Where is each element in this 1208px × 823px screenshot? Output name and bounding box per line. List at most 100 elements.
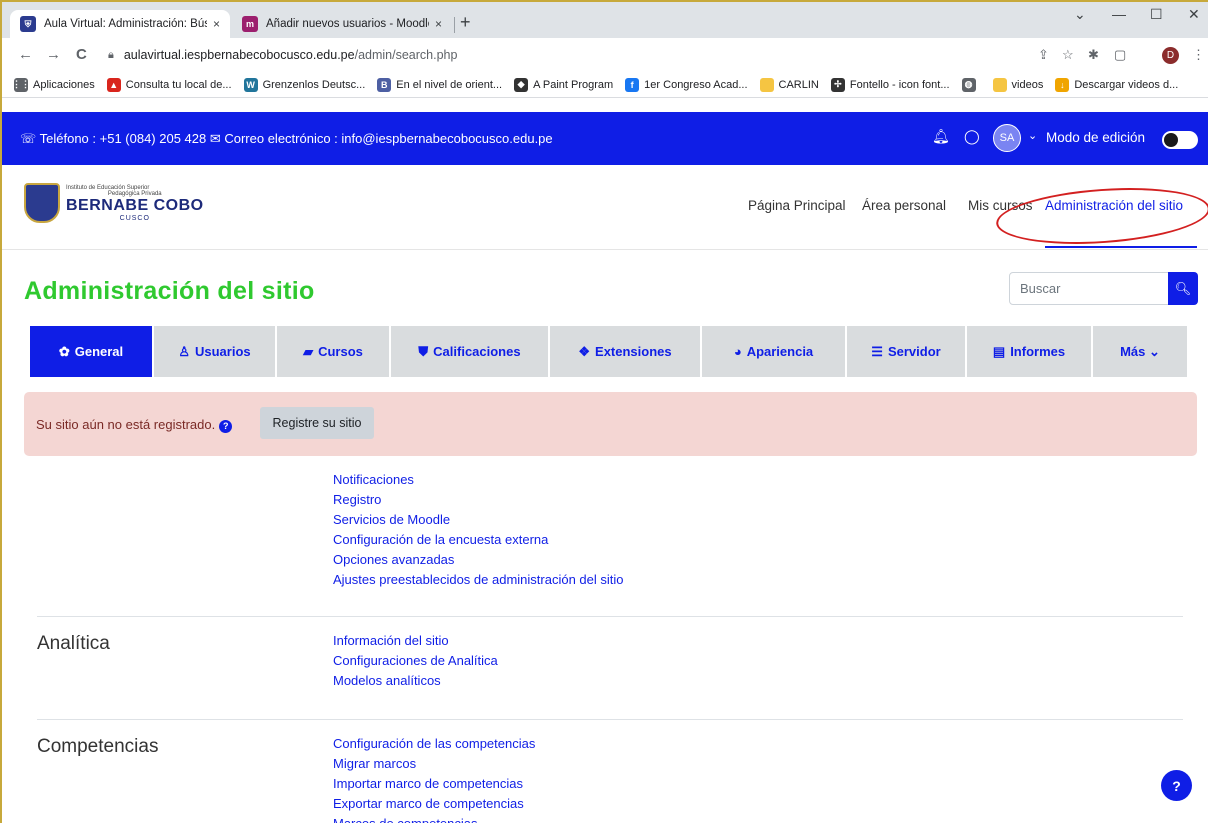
browser-tab-active[interactable]: ⛨ Aula Virtual: Administración: Bús × xyxy=(10,10,230,38)
messages-icon[interactable]: ◯ xyxy=(964,128,980,145)
database-icon: ☰ xyxy=(871,343,883,359)
facebook-icon: f xyxy=(625,77,640,92)
globe-icon: ◍ xyxy=(961,77,976,92)
link-admin-presets[interactable]: Ajustes preestablecidos de administració… xyxy=(333,570,624,590)
alert-message: Su sitio aún no está registrado.? xyxy=(36,417,233,433)
register-site-button[interactable]: Registre su sitio xyxy=(260,407,374,439)
reload-icon[interactable]: C xyxy=(76,46,87,63)
minimize-button[interactable]: — xyxy=(1112,6,1126,22)
tab-server[interactable]: ☰ Servidor xyxy=(847,326,965,377)
back-icon[interactable]: ← xyxy=(18,46,33,63)
book-icon: ▰ xyxy=(303,343,314,359)
chevron-down-icon[interactable]: ⌄ xyxy=(1028,129,1037,142)
tab-plugins[interactable]: ❖ Extensiones xyxy=(550,326,700,377)
tab-general[interactable]: ✿ General xyxy=(30,326,152,377)
notifications-bell-icon[interactable]: 🔔︎ xyxy=(932,128,950,145)
tab-label: Servidor xyxy=(887,344,941,359)
tab-label: Usuarios xyxy=(195,344,251,359)
help-icon[interactable]: ? xyxy=(219,420,233,433)
tab-label: Extensiones xyxy=(595,344,672,359)
link-moodle-services[interactable]: Servicios de Moodle xyxy=(333,510,624,530)
new-tab-button[interactable]: + xyxy=(460,12,471,33)
user-avatar[interactable]: SA xyxy=(993,124,1021,152)
bookmark-item[interactable]: ▲ Consulta tu local de... xyxy=(106,77,232,92)
tab-label: Calificaciones xyxy=(433,344,521,359)
tab-grades[interactable]: ⛊ Calificaciones xyxy=(391,326,548,377)
bookmark-label: 1er Congreso Acad... xyxy=(644,78,748,91)
nav-home[interactable]: Página Principal xyxy=(748,198,846,213)
sidepanel-icon[interactable]: ▢ xyxy=(1114,47,1126,63)
address-row: ← → C 🔒︎ aulavirtual.iespbernabecobocusc… xyxy=(2,38,1208,72)
bookmark-item[interactable]: ◆ A Paint Program xyxy=(514,77,613,92)
b-icon: B xyxy=(377,77,392,92)
tab-reports[interactable]: ▤ Informes xyxy=(967,326,1091,377)
help-button[interactable]: ? xyxy=(1161,770,1192,801)
tab-label: Apariencia xyxy=(746,344,814,359)
section-divider xyxy=(37,719,1183,720)
close-tab-icon[interactable]: × xyxy=(435,17,442,31)
bookmark-label: Fontello - icon font... xyxy=(849,78,950,91)
bookmark-item[interactable]: ✢ Fontello - icon font... xyxy=(830,77,950,92)
alert-text: Su sitio aún no está registrado. xyxy=(36,417,216,432)
active-nav-underline xyxy=(1045,246,1197,248)
bookmark-label: En el nivel de orient... xyxy=(396,78,503,91)
registration-alert: Su sitio aún no está registrado.? Regist… xyxy=(24,392,1197,456)
link-notifications[interactable]: Notificaciones xyxy=(333,470,624,490)
site-logo[interactable]: Instituto de Educación Superior Pedagógi… xyxy=(24,183,204,223)
tab-appearance[interactable]: ◕ Apariencia xyxy=(702,326,845,377)
page-title: Administración del sitio xyxy=(24,277,315,305)
maximize-button[interactable]: ☐ xyxy=(1150,6,1163,23)
tab-courses[interactable]: ▰ Cursos xyxy=(277,326,389,377)
contact-info: ☏ Teléfono : +51 (084) 205 428 ✉ Correo … xyxy=(20,131,553,146)
general-links: Notificaciones Registro Servicios de Moo… xyxy=(333,470,624,590)
folder-icon xyxy=(759,77,774,92)
user-icon: ♙ xyxy=(178,343,190,359)
search-icon: 🔍︎ xyxy=(1174,280,1192,296)
download-icon: ↓ xyxy=(1055,77,1070,92)
bookmark-item[interactable]: ⋮⋮ Aplicaciones xyxy=(12,77,95,92)
search-button[interactable]: 🔍︎ xyxy=(1168,272,1198,305)
section-divider xyxy=(37,616,1183,617)
toggle-knob xyxy=(1164,133,1178,147)
browser-window: ⛨ Aula Virtual: Administración: Bús × m … xyxy=(0,0,1208,823)
link-analytics-settings[interactable]: Configuraciones de Analítica xyxy=(333,651,498,671)
competencies-links: Configuración de las competencias Migrar… xyxy=(333,734,535,823)
link-site-info[interactable]: Información del sitio xyxy=(333,631,498,651)
browser-tab[interactable]: m Añadir nuevos usuarios - Moodle × xyxy=(232,10,452,38)
tab-more[interactable]: Más ⌄ xyxy=(1093,326,1187,377)
extensions-icon[interactable]: ✱ xyxy=(1088,47,1099,63)
bookmark-item[interactable]: B En el nivel de orient... xyxy=(377,77,503,92)
nav-dashboard[interactable]: Área personal xyxy=(862,198,946,213)
search-input[interactable]: Buscar xyxy=(1009,272,1169,305)
link-export-framework[interactable]: Exportar marco de competencias xyxy=(333,794,535,814)
link-import-framework[interactable]: Importar marco de competencias xyxy=(333,774,535,794)
close-window-button[interactable]: ✕ xyxy=(1188,6,1200,23)
bookmark-item[interactable]: ↓ Descargar videos d... xyxy=(1055,77,1178,92)
link-competency-settings[interactable]: Configuración de las competencias xyxy=(333,734,535,754)
bookmark-item[interactable]: videos xyxy=(992,77,1043,92)
address-bar[interactable]: 🔒︎ aulavirtual.iespbernabecobocusco.edu.… xyxy=(108,43,1028,67)
bookmark-item[interactable]: CARLIN xyxy=(759,77,819,92)
edit-mode-toggle[interactable] xyxy=(1162,131,1198,149)
tab-strip: ⛨ Aula Virtual: Administración: Bús × m … xyxy=(2,2,1208,38)
bookmark-item[interactable]: W Grenzenlos Deutsc... xyxy=(243,77,366,92)
link-registration[interactable]: Registro xyxy=(333,490,624,510)
tab-users[interactable]: ♙ Usuarios xyxy=(154,326,275,377)
bookmark-item[interactable]: f 1er Congreso Acad... xyxy=(625,77,748,92)
profile-avatar[interactable]: D xyxy=(1162,47,1179,64)
link-feedback-settings[interactable]: Configuración de la encuesta externa xyxy=(333,530,624,550)
link-competency-frameworks[interactable]: Marcos de competencias xyxy=(333,814,535,823)
menu-icon[interactable]: ⋮ xyxy=(1192,47,1205,63)
tab-search-icon[interactable]: ⌄ xyxy=(1074,6,1086,23)
paint-icon: ◆ xyxy=(514,77,529,92)
close-tab-icon[interactable]: × xyxy=(213,17,220,31)
forward-icon[interactable]: → xyxy=(46,46,61,63)
bookmark-star-icon[interactable]: ☆ xyxy=(1062,47,1074,63)
link-analytics-models[interactable]: Modelos analíticos xyxy=(333,671,498,691)
share-icon[interactable]: ⇪ xyxy=(1038,47,1049,63)
tab-label: Informes xyxy=(1010,344,1066,359)
link-advanced-features[interactable]: Opciones avanzadas xyxy=(333,550,624,570)
bookmark-item[interactable]: ◍ xyxy=(961,77,981,92)
link-migrate-frameworks[interactable]: Migrar marcos xyxy=(333,754,535,774)
bookmark-label: Grenzenlos Deutsc... xyxy=(262,78,366,91)
